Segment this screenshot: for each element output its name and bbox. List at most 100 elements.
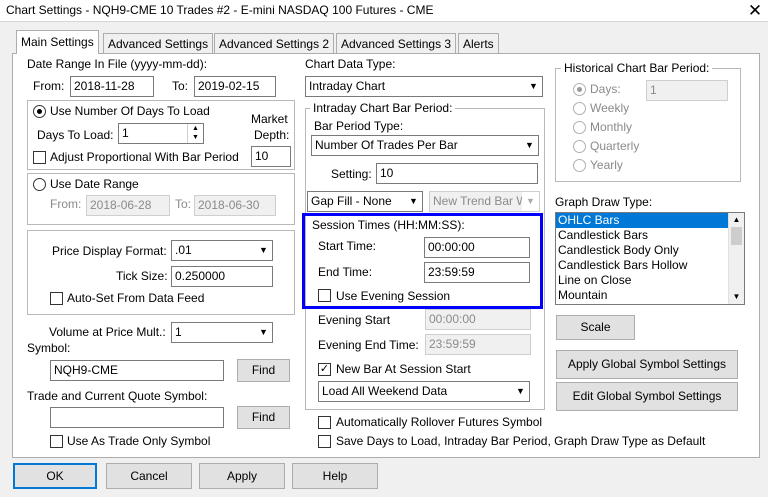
date-range-label: Date Range In File (yyyy-mm-dd): <box>27 57 208 71</box>
volume-value: 1 <box>175 325 182 339</box>
date-from-label: From: <box>33 79 65 93</box>
evening-session-label: Use Evening Session <box>336 289 451 303</box>
setting-field[interactable]: 10 <box>376 163 538 184</box>
chevron-down-icon[interactable]: ▼ <box>522 192 539 211</box>
range-to-field[interactable]: 2018-06-30 <box>194 195 276 216</box>
scroll-up-icon[interactable]: ▲ <box>729 213 744 227</box>
historical-yearly-radio[interactable] <box>573 159 586 172</box>
graph-draw-type-label: Graph Draw Type: <box>555 195 653 209</box>
rollover-checkbox[interactable] <box>318 416 331 429</box>
trade-symbol-label: Trade and Current Quote Symbol: <box>27 389 208 403</box>
chevron-down-icon[interactable]: ▼ <box>525 77 542 96</box>
historical-days-label: Days: <box>590 82 621 96</box>
bar-period-type-label: Bar Period Type: <box>314 119 404 133</box>
session-times-label: Session Times (HH:MM:SS): <box>312 218 465 232</box>
list-scrollbar[interactable]: ▲ ▼ <box>728 213 744 304</box>
edit-global-symbol-settings-button[interactable]: Edit Global Symbol Settings <box>556 382 738 411</box>
list-item[interactable]: Mountain <box>556 288 744 303</box>
price-display-format-label: Price Display Format: <box>52 244 167 258</box>
historical-days-field[interactable]: 1 <box>646 80 728 101</box>
list-item[interactable]: Line on Close <box>556 273 744 288</box>
volume-label: Volume at Price Mult.: <box>49 325 166 339</box>
range-from-label: From: <box>50 197 82 211</box>
evening-end-field[interactable]: 23:59:59 <box>425 334 531 355</box>
chevron-down-icon[interactable]: ▼ <box>512 382 529 401</box>
scroll-down-icon[interactable]: ▼ <box>729 290 744 304</box>
save-default-checkbox[interactable] <box>318 435 331 448</box>
spin-down-icon[interactable]: ▼ <box>188 133 203 142</box>
symbol-field[interactable]: NQH9-CME <box>50 360 224 381</box>
intraday-group-label: Intraday Chart Bar Period: <box>310 101 456 115</box>
price-display-format-value: .01 <box>175 243 192 257</box>
trade-symbol-field[interactable] <box>50 407 224 428</box>
list-item[interactable]: Candlestick Bars <box>556 228 744 243</box>
ok-button[interactable]: OK <box>13 463 97 489</box>
volume-select[interactable]: 1 ▼ <box>171 322 273 343</box>
scale-button[interactable]: Scale <box>556 315 635 340</box>
evening-start-field[interactable]: 00:00:00 <box>425 309 531 330</box>
new-bar-session-checkbox[interactable]: ✓ <box>318 363 331 376</box>
cancel-button[interactable]: Cancel <box>106 463 192 489</box>
title-bar: Chart Settings - NQH9-CME 10 Trades #2 -… <box>0 0 768 22</box>
historical-days-radio[interactable] <box>573 83 586 96</box>
end-time-field[interactable]: 23:59:59 <box>424 262 530 283</box>
chevron-down-icon[interactable]: ▼ <box>255 241 272 260</box>
trade-symbol-find-button[interactable]: Find <box>237 406 290 429</box>
tab-advanced-settings-3[interactable]: Advanced Settings 3 <box>336 33 457 53</box>
date-to-field[interactable]: 2019-02-15 <box>194 76 276 97</box>
weekend-data-value: Load All Weekend Data <box>322 384 448 398</box>
new-trend-bar-select[interactable]: New Trend Bar W ▼ <box>429 191 540 212</box>
historical-quarterly-radio[interactable] <box>573 140 586 153</box>
use-date-range-label: Use Date Range <box>50 177 139 191</box>
bar-period-type-select[interactable]: Number Of Trades Per Bar ▼ <box>311 135 539 156</box>
days-to-load-field[interactable]: 1 ▲ ▼ <box>118 123 204 144</box>
tab-main-settings[interactable]: Main Settings <box>16 30 99 54</box>
use-days-label: Use Number Of Days To Load <box>50 104 210 118</box>
price-display-format-select[interactable]: .01 ▼ <box>171 240 273 261</box>
chart-data-type-value: Intraday Chart <box>309 79 386 93</box>
adjust-proportional-label: Adjust Proportional With Bar Period <box>50 150 239 164</box>
use-days-radio[interactable] <box>33 105 46 118</box>
days-to-load-value: 1 <box>122 126 129 140</box>
market-depth-label-2: Depth: <box>254 128 290 142</box>
symbol-find-button[interactable]: Find <box>237 359 290 382</box>
apply-global-symbol-settings-button[interactable]: Apply Global Symbol Settings <box>556 350 738 379</box>
historical-monthly-radio[interactable] <box>573 121 586 134</box>
spin-up-icon[interactable]: ▲ <box>188 124 203 133</box>
start-time-field[interactable]: 00:00:00 <box>424 237 530 258</box>
historical-monthly-label: Monthly <box>590 120 633 134</box>
historical-weekly-radio[interactable] <box>573 102 586 115</box>
days-spinner[interactable]: ▲ ▼ <box>187 124 203 143</box>
evening-session-checkbox[interactable] <box>318 289 331 302</box>
tick-size-field[interactable]: 0.250000 <box>171 266 273 287</box>
trade-only-label: Use As Trade Only Symbol <box>67 434 211 448</box>
rollover-label: Automatically Rollover Futures Symbol <box>336 415 543 429</box>
list-item[interactable]: Candlestick Bars Hollow <box>556 258 744 273</box>
help-button[interactable]: Help <box>292 463 378 489</box>
gap-fill-value: Gap Fill - None <box>311 194 392 208</box>
chevron-down-icon[interactable]: ▼ <box>255 323 272 342</box>
adjust-proportional-checkbox[interactable] <box>33 151 46 164</box>
use-date-range-radio[interactable] <box>33 178 46 191</box>
graph-draw-type-list[interactable]: OHLC Bars Candlestick Bars Candlestick B… <box>555 212 745 305</box>
tab-alerts[interactable]: Alerts <box>458 33 499 53</box>
end-time-label: End Time: <box>318 265 373 279</box>
date-from-field[interactable]: 2018-11-28 <box>70 76 154 97</box>
tab-advanced-settings[interactable]: Advanced Settings <box>103 33 214 53</box>
tab-advanced-settings-2[interactable]: Advanced Settings 2 <box>214 33 335 53</box>
trade-only-checkbox[interactable] <box>50 435 63 448</box>
weekend-data-select[interactable]: Load All Weekend Data ▼ <box>318 381 530 402</box>
range-from-field[interactable]: 2018-06-28 <box>86 195 170 216</box>
gap-fill-select[interactable]: Gap Fill - None ▼ <box>307 191 423 212</box>
chevron-down-icon[interactable]: ▼ <box>521 136 538 155</box>
scroll-thumb[interactable] <box>731 227 742 245</box>
list-item[interactable]: OHLC Bars <box>556 213 744 228</box>
chart-data-type-select[interactable]: Intraday Chart ▼ <box>305 76 543 97</box>
auto-set-checkbox[interactable] <box>50 292 63 305</box>
apply-button[interactable]: Apply <box>199 463 285 489</box>
market-depth-field[interactable]: 10 <box>251 146 291 167</box>
close-icon[interactable]: ✕ <box>742 0 768 22</box>
chevron-down-icon[interactable]: ▼ <box>405 192 422 211</box>
list-item[interactable]: Candlestick Body Only <box>556 243 744 258</box>
chart-data-type-label: Chart Data Type: <box>305 57 396 71</box>
